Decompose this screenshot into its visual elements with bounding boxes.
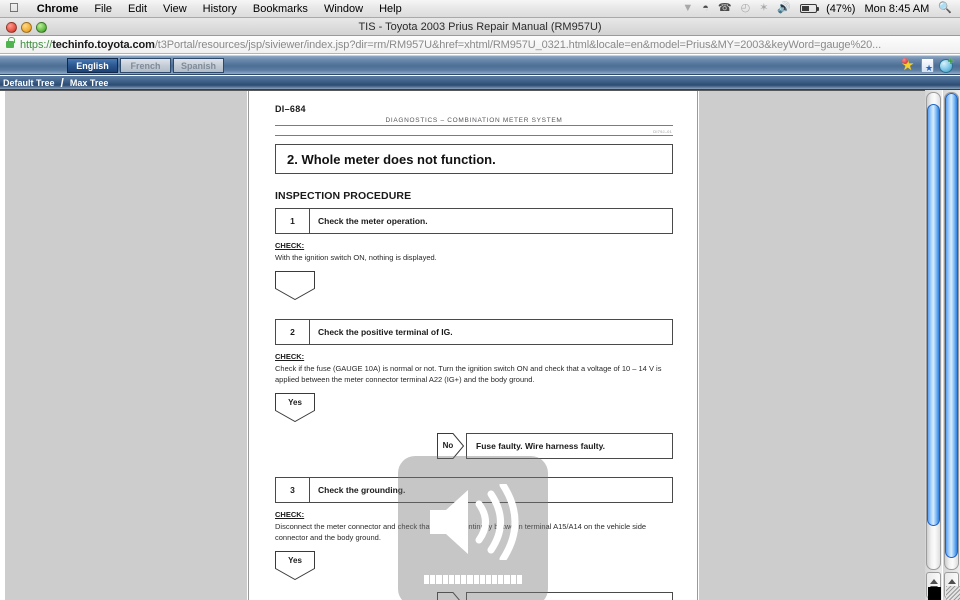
menu-item-window[interactable]: Window: [316, 0, 371, 18]
language-button-english[interactable]: English: [67, 58, 118, 73]
check-label-3: CHECK:: [275, 509, 305, 519]
step-box-2: 2 Check the positive terminal of IG.: [275, 318, 673, 345]
macos-menu-bar:  Chrome File Edit View History Bookmark…: [0, 0, 960, 18]
header-rule-bottom: DI79J–01: [275, 129, 673, 136]
language-button-french[interactable]: French: [120, 58, 171, 73]
result-row-1: No Fuse faulty. Wire harness faulty.: [275, 432, 673, 461]
zoom-button[interactable]: [36, 22, 47, 33]
lock-icon: [6, 37, 15, 48]
default-tree-link[interactable]: Default Tree: [3, 78, 55, 88]
document-header-text: DIAGNOSTICS – COMBINATION METER SYSTEM: [385, 117, 563, 124]
browser-scrollbar-thumb[interactable]: [945, 93, 958, 558]
result-tag-label-2: Yes: [288, 397, 302, 407]
close-button[interactable]: [6, 22, 17, 33]
tis-language-toolbar: English French Spanish ★ ★ +: [0, 55, 960, 75]
phone-icon[interactable]: ☎: [718, 3, 732, 14]
result-tag-2: Yes: [275, 392, 315, 422]
menu-item-edit[interactable]: Edit: [120, 0, 155, 18]
scroll-up-arrow-icon[interactable]: [947, 579, 956, 584]
inner-scrollbar-thumb[interactable]: [927, 104, 940, 526]
wifi-icon[interactable]: ◓: [702, 3, 709, 14]
menu-item-chrome[interactable]: Chrome: [29, 0, 87, 18]
left-gray-panel: [5, 91, 247, 600]
favorites-star-icon[interactable]: ★: [901, 58, 916, 73]
step-number-3: 3: [276, 477, 310, 502]
check-text-3: Disconnect the meter connector and check…: [275, 521, 647, 543]
section-title-box: 2. Whole meter does not function.: [275, 144, 673, 174]
browser-scrollbar[interactable]: [943, 90, 960, 600]
result-row-2: No Body ground faulty. Wire harness faul…: [275, 591, 673, 600]
language-button-spanish[interactable]: Spanish: [173, 58, 224, 73]
dropbox-icon[interactable]: ▼: [682, 3, 693, 14]
step-text-1: Check the meter operation.: [318, 216, 428, 226]
bluetooth-icon[interactable]: ✶: [759, 3, 768, 14]
url-path: /t3Portal/resources/jsp/siviewer/index.j…: [154, 38, 882, 51]
screen-root:  Chrome File Edit View History Bookmark…: [0, 0, 960, 600]
result-tag-3: Yes: [275, 550, 315, 580]
check-text-2: Check if the fuse (GAUGE 10A) is normal …: [275, 363, 662, 385]
pentagon-shape-1: [275, 270, 315, 300]
step-number-2: 2: [276, 319, 310, 344]
apple-logo-icon[interactable]: : [9, 1, 19, 14]
window-title: TIS - Toyota 2003 Prius Repair Manual (R…: [358, 20, 602, 33]
add-globe-icon[interactable]: +: [939, 56, 954, 73]
browser-content-area: DI–684 DIAGNOSTICS – COMBINATION METER S…: [0, 90, 960, 600]
menu-bar-clock[interactable]: Mon 8:45 AM: [864, 3, 929, 15]
result-box-1: Fuse faulty. Wire harness faulty.: [466, 432, 673, 459]
new-page-icon[interactable]: ★: [921, 58, 934, 73]
step-box-3: 3 Check the grounding.: [275, 476, 673, 503]
clock-icon[interactable]: ◴: [741, 3, 751, 14]
menu-bar-status-area: ▼ ◓ ☎ ◴ ✶ 🔊 (47%) Mon 8:45 AM 🔍: [682, 3, 960, 15]
menu-item-view[interactable]: View: [155, 0, 195, 18]
scrollbar-corner-block: [928, 587, 941, 600]
scroll-up-arrow-icon[interactable]: [929, 579, 938, 584]
menu-item-bookmarks[interactable]: Bookmarks: [245, 0, 316, 18]
tis-toolbar-icons: ★ ★ +: [901, 56, 954, 73]
battery-percent-label: (47%): [826, 2, 856, 15]
repair-manual-page: DI–684 DIAGNOSTICS – COMBINATION METER S…: [249, 104, 697, 600]
check-label-2: CHECK:: [275, 351, 305, 361]
result-text-1: Fuse faulty. Wire harness faulty.: [476, 440, 606, 451]
battery-icon[interactable]: [800, 4, 820, 13]
check-text-1: With the ignition switch ON, nothing is …: [275, 253, 437, 262]
window-title-bar[interactable]: TIS - Toyota 2003 Prius Repair Manual (R…: [0, 18, 960, 36]
step-box-1: 1 Check the meter operation.: [275, 208, 673, 234]
language-button-group: English French Spanish: [67, 58, 226, 73]
check-label-1: CHECK:: [275, 241, 305, 250]
result-tag-label-3: Yes: [288, 555, 302, 565]
url-scheme: https://: [20, 38, 53, 51]
result-arrow-label-1: No: [442, 440, 454, 450]
speaker-icon[interactable]: 🔊: [777, 3, 791, 14]
reference-code: DI79J–01: [653, 129, 672, 134]
menu-item-file[interactable]: File: [86, 0, 120, 18]
result-arrow-1: No: [437, 432, 465, 459]
document-header: DIAGNOSTICS – COMBINATION METER SYSTEM D…: [275, 117, 673, 136]
right-gray-panel: [699, 91, 925, 600]
step-text-3: Check the grounding.: [318, 484, 406, 495]
result-box-2: Body ground faulty. Wire harness faulty.: [466, 591, 673, 600]
document-viewer-frame[interactable]: DI–684 DIAGNOSTICS – COMBINATION METER S…: [248, 91, 698, 600]
url-host: techinfo.toyota.com: [52, 38, 155, 51]
step-number-1: 1: [276, 209, 310, 233]
tree-navigation-bar: Default Tree / Max Tree: [0, 76, 960, 90]
tree-separator: /: [60, 75, 64, 90]
result-tag-1: [275, 270, 315, 300]
minimize-button[interactable]: [21, 22, 32, 33]
menu-item-help[interactable]: Help: [371, 0, 410, 18]
section-title: 2. Whole meter does not function.: [287, 151, 496, 167]
step-text-2: Check the positive terminal of IG.: [318, 326, 453, 337]
header-rule-top: [275, 125, 673, 126]
max-tree-link[interactable]: Max Tree: [70, 78, 109, 88]
search-icon[interactable]: 🔍: [938, 3, 952, 14]
inspection-procedure-heading: INSPECTION PROCEDURE: [275, 190, 412, 202]
address-bar-url[interactable]: https://techinfo.toyota.com/t3Portal/res…: [20, 39, 881, 51]
page-number-label: DI–684: [275, 104, 306, 114]
address-bar[interactable]: https://techinfo.toyota.com/t3Portal/res…: [0, 36, 960, 54]
result-arrow-2: No: [437, 591, 465, 600]
inner-document-scrollbar[interactable]: [925, 90, 942, 600]
window-controls: [6, 22, 47, 33]
resize-grip-icon[interactable]: [946, 586, 960, 600]
menu-item-history[interactable]: History: [195, 0, 245, 18]
